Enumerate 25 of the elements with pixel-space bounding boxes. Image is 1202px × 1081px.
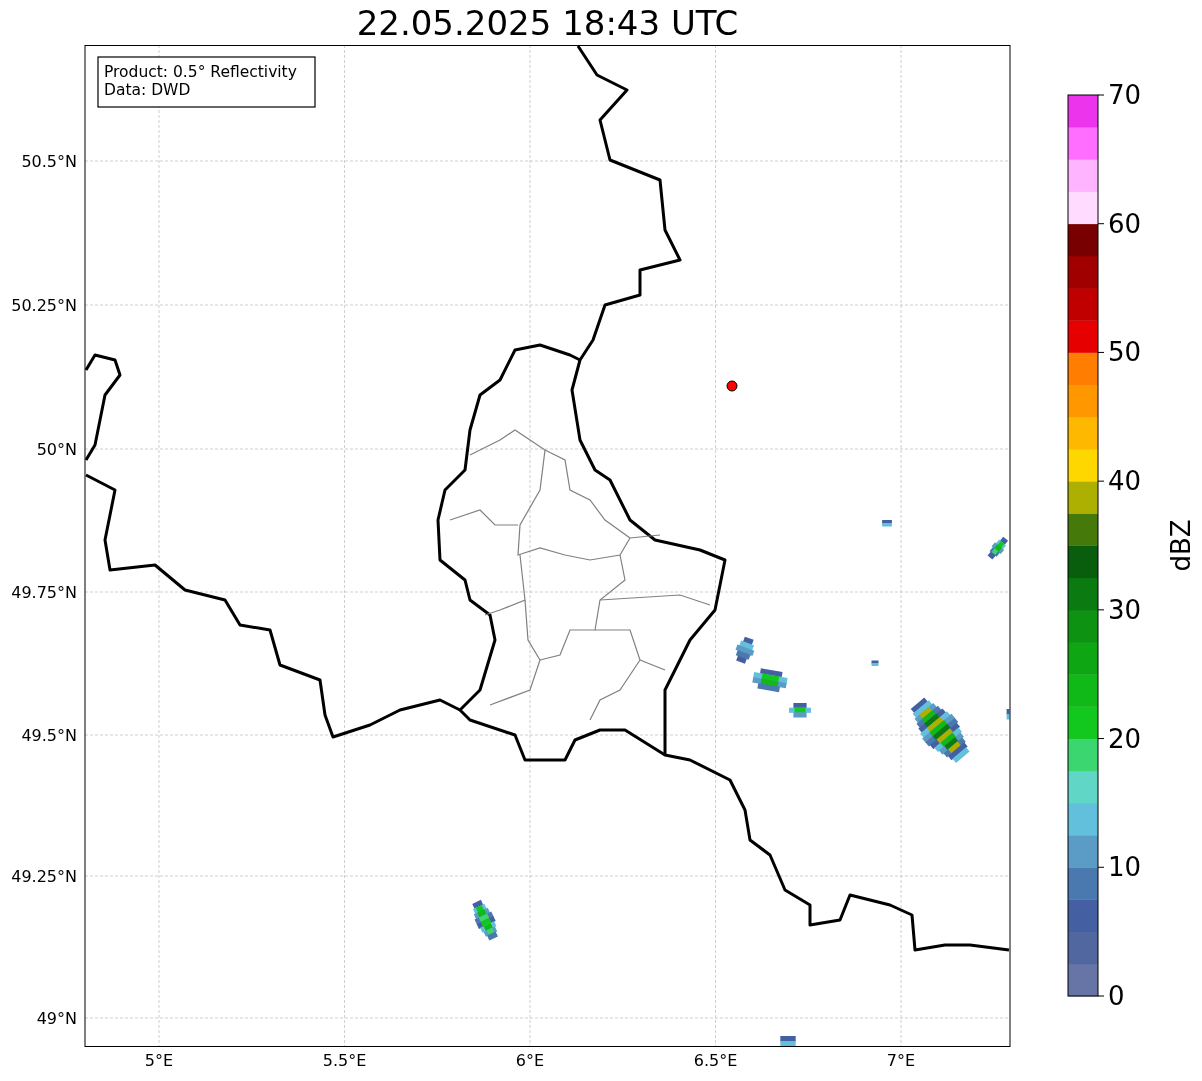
longitude-label: 6°E: [515, 1051, 545, 1070]
colorbar-tick-label: 10: [1108, 852, 1142, 883]
colorbar-tick-label: 50: [1108, 337, 1142, 368]
colorbar-label: dBZ: [1166, 519, 1196, 572]
colorbar-tick-label: 20: [1108, 723, 1142, 754]
latitude-label: 50.5°N: [21, 152, 77, 171]
colorbar-tick-label: 60: [1108, 208, 1142, 239]
latitude-label: 49.5°N: [21, 726, 77, 745]
latitude-label: 50.25°N: [11, 296, 77, 315]
longitude-label: 7°E: [886, 1051, 916, 1070]
colorbar-tick-label: 40: [1108, 466, 1142, 497]
colorbar-tick-label: 70: [1108, 80, 1142, 110]
radar-site-marker: [726, 380, 738, 392]
colorbar-tick-label: 30: [1108, 594, 1142, 625]
latitude-label: 49.75°N: [11, 583, 77, 602]
info-text: Product: 0.5° Reflectivity: [104, 63, 297, 81]
longitude-label: 6.5°E: [693, 1051, 738, 1070]
longitude-label: 5°E: [144, 1051, 174, 1070]
longitude-label: 5.5°E: [322, 1051, 367, 1070]
map-title: 22.05.2025 18:43 UTC: [356, 5, 739, 40]
colorbar-tick-label: 0: [1108, 981, 1125, 1011]
latitude-label: 49°N: [36, 1009, 77, 1028]
latitude-label: 50°N: [36, 440, 77, 459]
info-text: Data: DWD: [104, 81, 191, 99]
latitude-label: 49.25°N: [11, 867, 77, 886]
